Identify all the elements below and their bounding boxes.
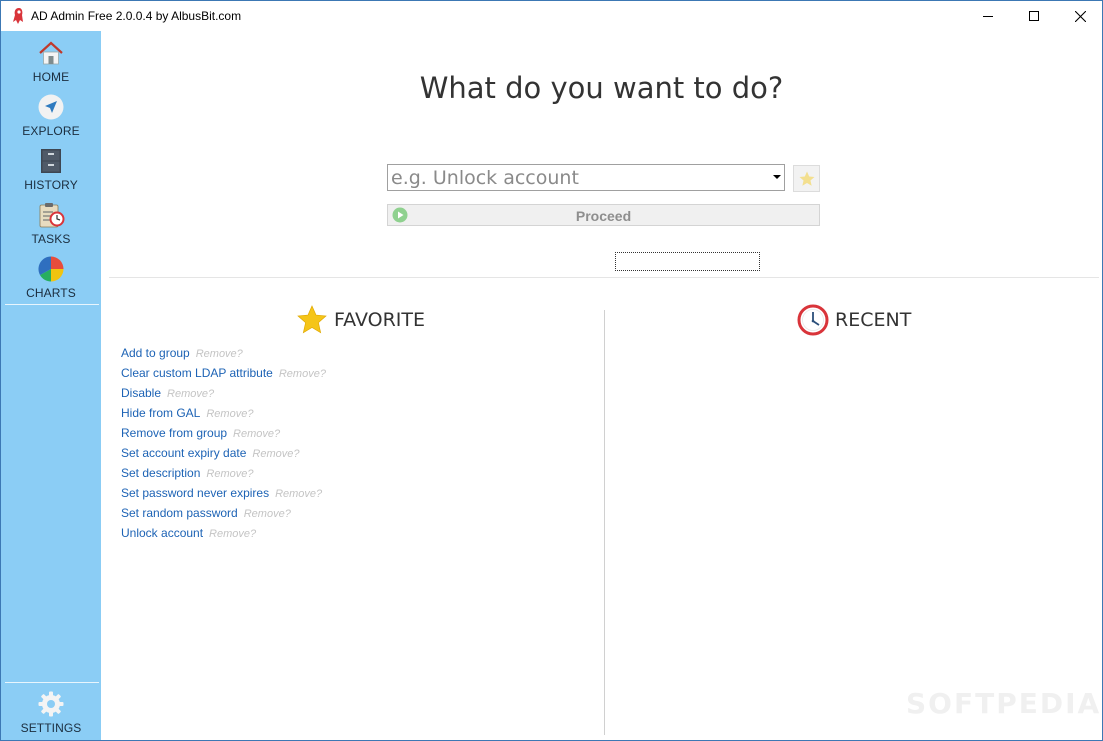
add-favorite-button[interactable] — [793, 165, 820, 192]
favorite-link[interactable]: Set description — [121, 466, 200, 480]
favorite-list: Add to group Remove? Clear custom LDAP at… — [121, 345, 326, 545]
proceed-label: Proceed — [575, 208, 632, 224]
list-item: Set random password Remove? — [121, 505, 326, 525]
task-search-combobox[interactable]: e.g. Unlock account — [387, 164, 785, 191]
maximize-button[interactable] — [1011, 1, 1057, 31]
favorite-header: FAVORITE — [296, 304, 425, 336]
clipboard-clock-icon — [39, 203, 65, 228]
recent-title: RECENT — [835, 309, 912, 331]
minimize-button[interactable] — [965, 1, 1011, 31]
star-icon — [297, 305, 327, 334]
recent-header: RECENT — [797, 304, 911, 336]
remove-favorite-link[interactable]: Remove? — [252, 448, 299, 460]
app-logo-icon — [13, 8, 23, 24]
list-item: Add to group Remove? — [121, 345, 326, 365]
softpedia-watermark: SOFTPEDIA — [906, 687, 1102, 720]
list-item: Remove from group Remove? — [121, 425, 326, 445]
dropdown-arrow-icon[interactable] — [773, 175, 781, 179]
list-item: Hide from GAL Remove? — [121, 405, 326, 425]
sidebar-item-label: SETTINGS — [20, 721, 82, 735]
minimize-icon — [983, 16, 993, 17]
list-item: Set password never expires Remove? — [121, 485, 326, 505]
proceed-button[interactable]: Proceed — [387, 204, 820, 226]
star-icon — [799, 171, 814, 186]
sidebar-item-home[interactable]: HOME — [1, 35, 101, 89]
navigation-icon — [38, 94, 64, 120]
gear-icon — [38, 691, 64, 717]
window-title: AD Admin Free 2.0.0.4 by AlbusBit.com — [31, 9, 242, 23]
list-item: Disable Remove? — [121, 385, 326, 405]
remove-favorite-link[interactable]: Remove? — [167, 388, 214, 400]
sidebar-item-tasks[interactable]: TASKS — [1, 197, 101, 251]
app-window: AD Admin Free 2.0.0.4 by AlbusBit.com HO… — [0, 0, 1103, 741]
sidebar-divider — [5, 304, 99, 305]
list-item: Set description Remove? — [121, 465, 326, 485]
close-button[interactable] — [1057, 1, 1102, 31]
close-icon — [1074, 10, 1086, 22]
sidebar-item-label: CHARTS — [26, 286, 76, 300]
file-cabinet-icon — [41, 149, 61, 173]
favorite-link[interactable]: Add to group — [121, 346, 190, 360]
focus-placeholder — [615, 252, 760, 271]
main-panel: What do you want to do? e.g. Unlock acco… — [101, 31, 1102, 740]
remove-favorite-link[interactable]: Remove? — [196, 348, 243, 360]
remove-favorite-link[interactable]: Remove? — [209, 528, 256, 540]
list-item: Set account expiry date Remove? — [121, 445, 326, 465]
clock-icon — [797, 304, 829, 336]
pie-chart-icon — [38, 256, 64, 282]
sidebar-item-label: HISTORY — [24, 178, 78, 192]
sidebar: HOME EXPLORE HISTORY TASKS CHARTS SETTIN… — [1, 31, 101, 740]
sidebar-item-label: TASKS — [31, 232, 71, 246]
list-item: Unlock account Remove? — [121, 525, 326, 545]
list-item: Clear custom LDAP attribute Remove? — [121, 365, 326, 385]
sidebar-item-charts[interactable]: CHARTS — [1, 251, 101, 305]
title-bar: AD Admin Free 2.0.0.4 by AlbusBit.com — [1, 1, 1102, 31]
remove-favorite-link[interactable]: Remove? — [206, 468, 253, 480]
favorite-link[interactable]: Unlock account — [121, 526, 203, 540]
task-search-placeholder: e.g. Unlock account — [391, 167, 579, 189]
sidebar-item-settings[interactable]: SETTINGS — [1, 686, 101, 740]
favorite-link[interactable]: Set password never expires — [121, 486, 269, 500]
sidebar-divider — [5, 682, 99, 683]
favorite-link[interactable]: Disable — [121, 386, 161, 400]
sidebar-item-history[interactable]: HISTORY — [1, 143, 101, 197]
home-icon — [39, 41, 63, 65]
remove-favorite-link[interactable]: Remove? — [244, 508, 291, 520]
favorite-link[interactable]: Remove from group — [121, 426, 227, 440]
favorite-link[interactable]: Hide from GAL — [121, 406, 200, 420]
favorite-link[interactable]: Set random password — [121, 506, 238, 520]
favorite-link[interactable]: Set account expiry date — [121, 446, 246, 460]
remove-favorite-link[interactable]: Remove? — [279, 368, 326, 380]
sidebar-item-explore[interactable]: EXPLORE — [1, 89, 101, 143]
maximize-icon — [1029, 11, 1039, 21]
sidebar-item-label: EXPLORE — [22, 124, 80, 138]
remove-favorite-link[interactable]: Remove? — [275, 488, 322, 500]
page-title: What do you want to do? — [419, 71, 784, 105]
favorite-link[interactable]: Clear custom LDAP attribute — [121, 366, 273, 380]
favorite-title: FAVORITE — [334, 309, 426, 331]
remove-favorite-link[interactable]: Remove? — [233, 428, 280, 440]
remove-favorite-link[interactable]: Remove? — [206, 408, 253, 420]
column-divider — [604, 310, 605, 735]
sidebar-item-label: HOME — [32, 70, 70, 84]
horizontal-divider — [109, 277, 1099, 278]
